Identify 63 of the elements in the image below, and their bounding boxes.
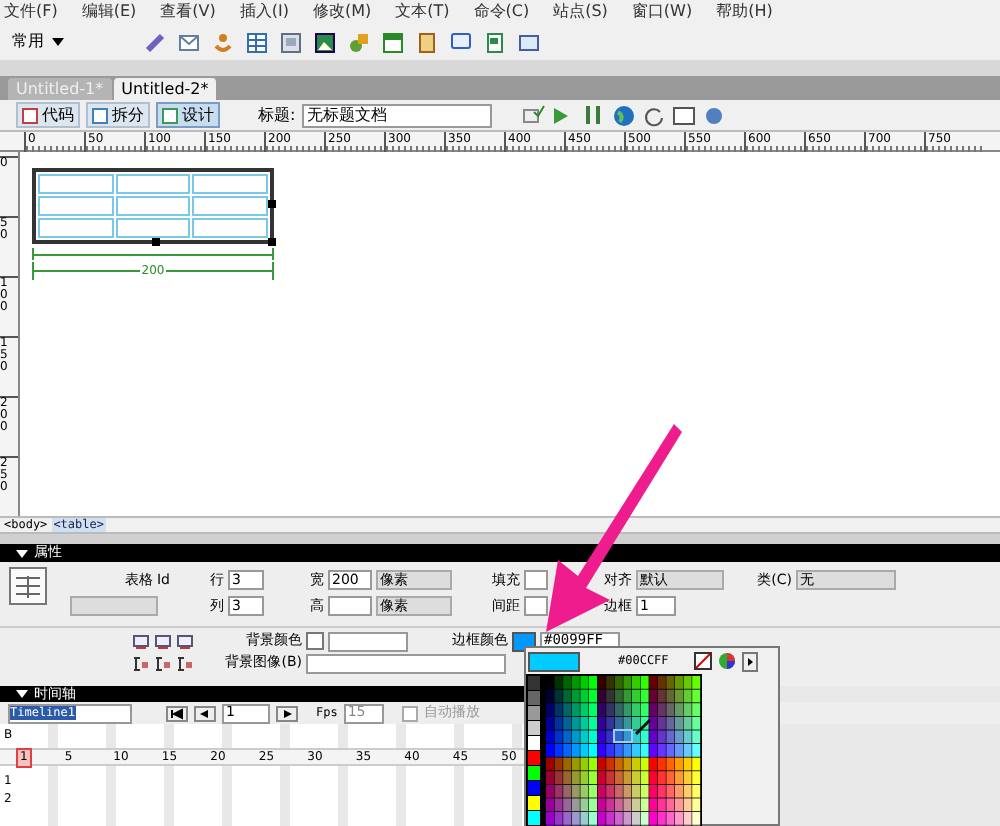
menu-arrow-icon[interactable] xyxy=(742,651,759,671)
menu-item[interactable]: 命令(C) xyxy=(473,0,530,24)
input-field[interactable] xyxy=(328,596,372,616)
refresh-icon[interactable] xyxy=(641,103,666,127)
color-swatch[interactable] xyxy=(306,632,324,650)
menu-item[interactable]: 修改(M) xyxy=(312,0,372,24)
code-check-icon[interactable] xyxy=(521,103,546,127)
frame-icon[interactable] xyxy=(280,31,302,53)
title-label: 标题: xyxy=(258,103,296,127)
color-swatch-grid[interactable] xyxy=(526,674,702,826)
image-icon[interactable] xyxy=(314,31,336,53)
menu-item[interactable]: 编辑(E) xyxy=(81,0,137,24)
table-grid-icon[interactable] xyxy=(8,566,48,606)
table-cell[interactable] xyxy=(115,218,191,238)
color-swatch[interactable] xyxy=(512,631,536,651)
code-view-icon xyxy=(22,107,38,123)
calendar-icon[interactable] xyxy=(382,31,404,53)
input-field[interactable] xyxy=(524,570,548,590)
arrow-icon xyxy=(542,420,686,636)
globe-icon[interactable] xyxy=(611,103,636,127)
menu-item[interactable]: 查看(V) xyxy=(160,0,216,24)
view-button[interactable]: 拆分 xyxy=(86,102,150,128)
table-cell[interactable] xyxy=(38,196,114,216)
input-field[interactable] xyxy=(328,631,408,651)
resize-handle[interactable] xyxy=(152,238,160,246)
resize-handle[interactable] xyxy=(268,238,276,246)
anchor-icon[interactable] xyxy=(212,31,234,53)
menu-item[interactable]: 文本(T) xyxy=(395,0,450,24)
autoplay-checkbox[interactable] xyxy=(401,705,418,721)
table-cell[interactable] xyxy=(38,174,114,194)
color-wheel-icon[interactable] xyxy=(718,652,737,670)
table-cell[interactable] xyxy=(38,218,114,238)
design-view-icon xyxy=(162,107,178,123)
split-view-icon xyxy=(92,107,108,123)
rewind-icon[interactable] xyxy=(166,705,188,721)
title-field[interactable]: 无标题文档 xyxy=(301,103,492,127)
category-dropdown[interactable]: 常用 xyxy=(12,30,132,54)
table-icon[interactable] xyxy=(246,31,268,53)
resize-handle[interactable] xyxy=(268,200,276,208)
menu-item[interactable]: 文件(F) xyxy=(4,0,58,24)
no-color-icon[interactable] xyxy=(694,652,713,670)
back-icon[interactable] xyxy=(194,705,216,721)
collapse-caret-icon[interactable] xyxy=(16,690,28,698)
menu-item[interactable]: 站点(S) xyxy=(553,0,608,24)
view-button[interactable]: 设计 xyxy=(156,102,220,128)
email-icon[interactable] xyxy=(178,31,200,53)
input-field[interactable] xyxy=(524,596,548,616)
collapse-caret-icon[interactable] xyxy=(16,549,28,557)
table-cell[interactable] xyxy=(115,174,191,194)
document-tab[interactable]: Untitled-2* xyxy=(113,78,217,100)
table-cell[interactable] xyxy=(192,174,268,194)
color-preview xyxy=(528,651,580,671)
view-button[interactable]: 代码 xyxy=(16,102,80,128)
input-field[interactable] xyxy=(306,653,506,673)
table-cell[interactable] xyxy=(192,196,268,216)
table-cell[interactable] xyxy=(192,218,268,238)
menu-item[interactable]: 帮助(H) xyxy=(716,0,773,24)
template-icon[interactable] xyxy=(484,31,506,53)
menu-item[interactable]: 插入(I) xyxy=(239,0,289,24)
menu-item[interactable]: 窗口(W) xyxy=(631,0,693,24)
caret-icon xyxy=(52,38,64,46)
forward-icon[interactable] xyxy=(276,705,298,721)
table-cell[interactable] xyxy=(115,196,191,216)
